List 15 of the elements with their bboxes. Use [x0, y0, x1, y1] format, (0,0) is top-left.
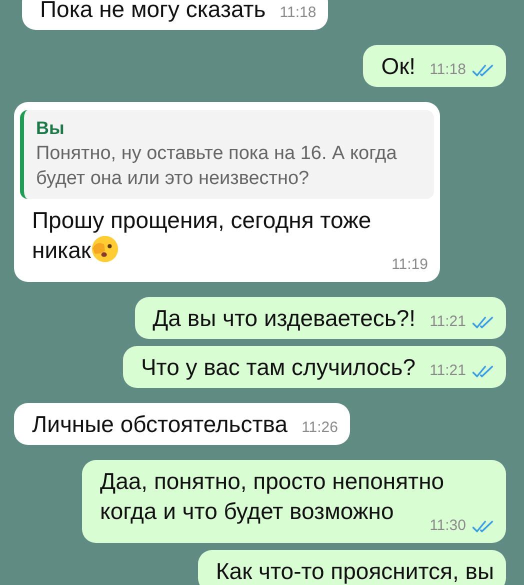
message-time: 11:19	[392, 255, 428, 275]
message-text: Ок!	[381, 53, 416, 79]
quote-author: Вы	[36, 117, 66, 140]
message-time: 11:26	[302, 418, 338, 438]
message-time: 11:18	[430, 60, 466, 80]
message-text: Что у вас там случилось?	[140, 354, 416, 380]
message-text: Личные обстоятельства	[32, 411, 288, 437]
quote-text: Понятно, ну оставьте пока на 16. А когда будет она или это неизвестно?	[36, 142, 398, 191]
message-text: Прошу прощения, сегодня тоже никак	[32, 207, 372, 263]
message-time: 11:18	[280, 3, 316, 23]
message-time: 11:21	[430, 361, 466, 381]
message-text: Пока не могу сказать	[40, 0, 266, 22]
message-time: 11:21	[430, 312, 466, 332]
message-text: Как что-то прояснится, вы	[216, 558, 494, 584]
message-text: Да вы что издеваетесь?!	[152, 305, 416, 331]
